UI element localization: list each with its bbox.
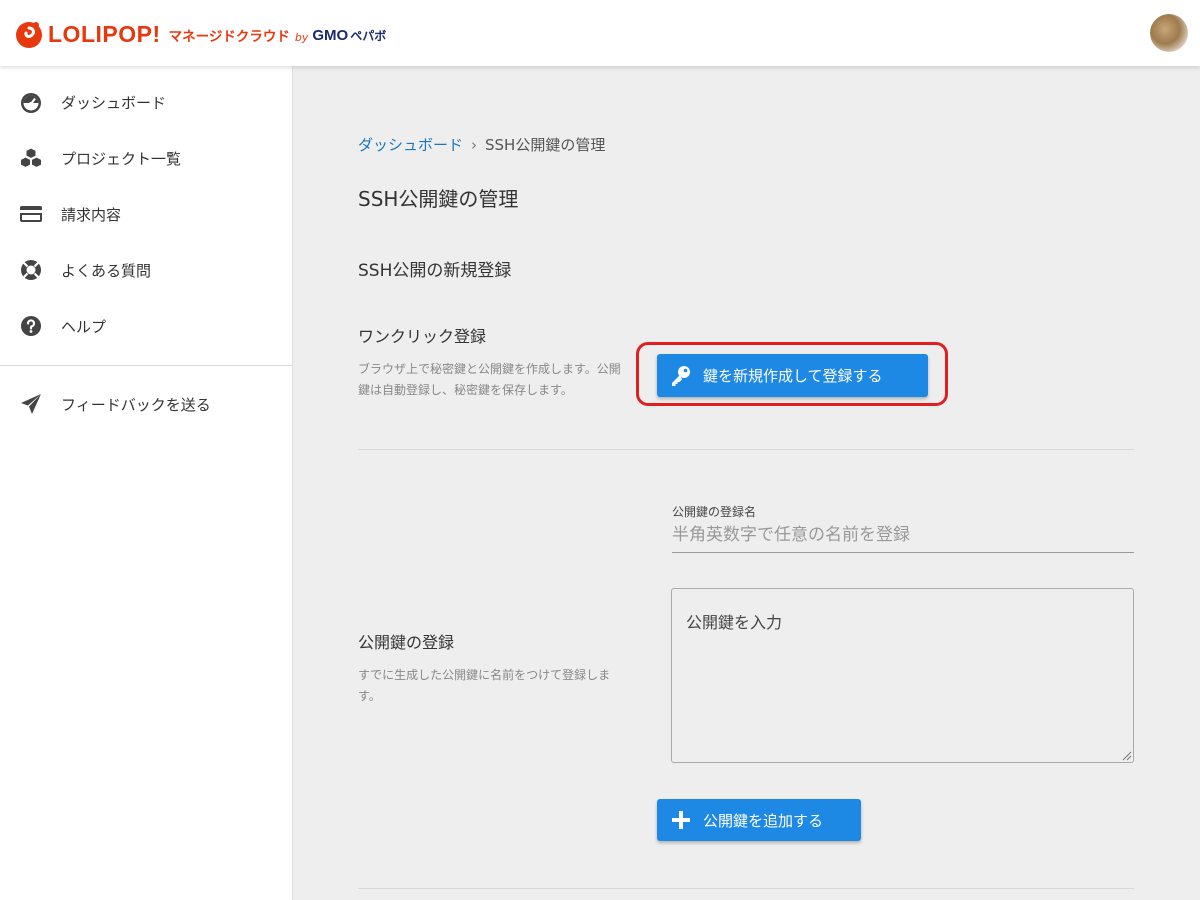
logo-gmo: GMO: [312, 27, 349, 44]
logo-by: by: [294, 30, 309, 44]
paper-plane-icon: [21, 394, 41, 414]
lifebuoy-icon: [21, 260, 41, 280]
section-title: SSH公開の新規登録: [358, 261, 512, 281]
sidebar-item-label: ダッシュボード: [61, 93, 167, 112]
breadcrumb-current: SSH公開鍵の管理: [485, 136, 606, 154]
breadcrumb: ダッシュボード › SSH公開鍵の管理: [358, 134, 605, 155]
key-name-input[interactable]: [672, 518, 1134, 553]
register-key-description: すでに生成した公開鍵に名前をつけて登録します。: [358, 668, 611, 703]
lolipop-logo-icon: [16, 22, 42, 48]
sidebar-item-dashboard[interactable]: ダッシュボード: [0, 82, 292, 122]
public-key-textarea[interactable]: [671, 588, 1134, 763]
cubes-icon: [20, 147, 42, 169]
question-circle-icon: [21, 316, 41, 336]
lolipop-logo[interactable]: LOLIPOP! マネージドクラウド by GMO ペパボ: [14, 18, 386, 50]
bottom-divider: [358, 888, 1134, 889]
sidebar-item-label: フィードバックを送る: [61, 395, 211, 414]
create-key-button-label: 鍵を新規作成して登録する: [703, 367, 883, 385]
sidebar-item-faq[interactable]: よくある質問: [0, 250, 292, 290]
sidebar-item-label: よくある質問: [61, 261, 152, 280]
sidebar-item-label: プロジェクト一覧: [61, 149, 182, 168]
page-title: SSH公開鍵の管理: [358, 187, 519, 211]
sidebar-item-help[interactable]: ヘルプ: [0, 306, 292, 346]
logo-pepabo: ペパボ: [350, 29, 387, 43]
sidebar-item-label: ヘルプ: [61, 317, 107, 336]
sidebar-divider: [0, 365, 292, 366]
one-click-title: ワンクリック登録: [358, 327, 487, 346]
register-key-title: 公開鍵の登録: [358, 633, 455, 652]
sidebar-item-feedback[interactable]: フィードバックを送る: [0, 384, 292, 424]
one-click-description: ブラウザ上で秘密鍵と公開鍵を作成します。公開鍵は自動登録し、秘密鍵を保存します。: [358, 362, 621, 397]
breadcrumb-link-dashboard[interactable]: ダッシュボード: [358, 136, 463, 154]
plus-icon: [672, 811, 690, 829]
add-key-button[interactable]: 公開鍵を追加する: [657, 799, 861, 841]
logo-subtitle: マネージドクラウド: [168, 29, 290, 45]
user-avatar[interactable]: [1150, 14, 1188, 52]
key-icon: [672, 365, 690, 386]
dashboard-gauge-icon: [21, 93, 41, 113]
add-key-button-label: 公開鍵を追加する: [703, 811, 824, 830]
sidebar-item-projects[interactable]: プロジェクト一覧: [0, 138, 292, 178]
breadcrumb-separator: ›: [471, 136, 478, 154]
logo-text: LOLIPOP!: [48, 20, 161, 47]
sidebar-item-billing[interactable]: 請求内容: [0, 194, 292, 234]
sidebar: ダッシュボード プロジェクト一覧 請求内容 よくある質問 ヘルプ フィードバック…: [0, 66, 293, 900]
section-divider: [358, 449, 1134, 450]
credit-card-icon: [20, 206, 42, 222]
app-header: LOLIPOP! マネージドクラウド by GMO ペパボ: [0, 0, 1200, 66]
create-key-button[interactable]: 鍵を新規作成して登録する: [657, 354, 928, 397]
resize-grip-icon[interactable]: [1122, 751, 1132, 761]
sidebar-item-label: 請求内容: [61, 205, 122, 224]
